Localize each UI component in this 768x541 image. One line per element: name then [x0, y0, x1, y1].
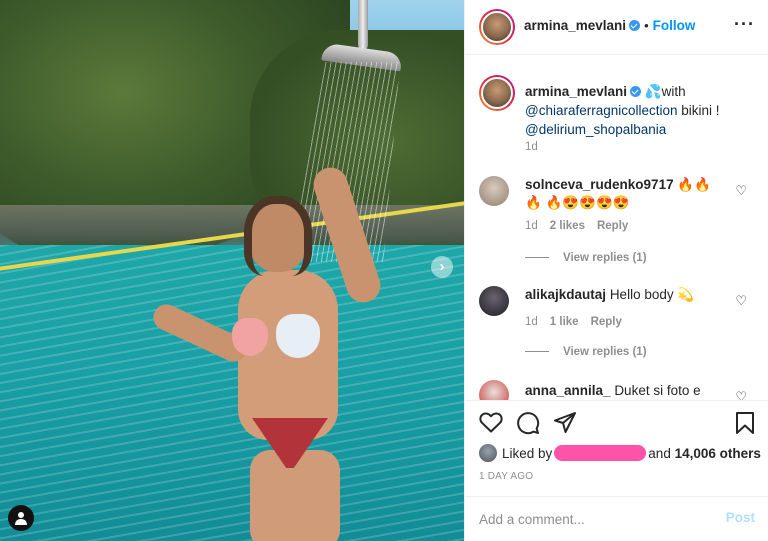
photo-bikini-top: [232, 318, 268, 356]
photo-bikini-top: [276, 314, 320, 358]
reply-button[interactable]: Reply: [591, 316, 622, 328]
post-header: armina_mevlani • Follow ···: [465, 0, 768, 55]
comment-like-heart-icon[interactable]: ♡: [735, 183, 747, 199]
view-replies-label: View replies (1): [563, 252, 647, 264]
comments-list[interactable]: armina_mevlani 💦with @chiaraferragnicoll…: [465, 56, 768, 400]
comment-body: solnceva_rudenko9717 🔥🔥🔥 🔥😍😍😍😍: [525, 176, 725, 212]
commenter-username[interactable]: alikajkdautaj: [525, 287, 606, 302]
liker-avatar[interactable]: [479, 444, 497, 462]
post-side-panel: armina_mevlani • Follow ··· armina_mevlani…: [464, 0, 768, 541]
photo-person-hair: [244, 196, 312, 276]
verified-badge-icon: [629, 20, 641, 31]
post-photo[interactable]: ›: [0, 0, 464, 541]
redacted-username-mark: [554, 445, 647, 461]
comment-time: 1d: [525, 220, 538, 232]
photo-water: [0, 245, 464, 541]
separator-dot: •: [644, 18, 649, 33]
comment-text: Duket si foto e: [614, 383, 701, 398]
caption-author-avatar[interactable]: [479, 75, 515, 111]
commenter-avatar[interactable]: [479, 176, 509, 206]
photo-shower-pipe: [358, 0, 368, 50]
caption-mention[interactable]: @chiaraferragnicollection: [525, 103, 678, 118]
comment-icon[interactable]: [516, 411, 540, 438]
next-photo-chevron-icon[interactable]: ›: [431, 256, 453, 278]
bookmark-icon[interactable]: [735, 411, 755, 438]
comment-input[interactable]: [479, 509, 699, 529]
comment-like-heart-icon[interactable]: ♡: [735, 293, 747, 309]
add-comment-bar: Post: [465, 496, 768, 541]
reply-button[interactable]: Reply: [597, 220, 628, 232]
more-horizontal-icon[interactable]: ···: [734, 14, 755, 35]
post-actions: Liked by and 14,006 others 1 DAY AGO: [465, 400, 768, 496]
liked-by-summary[interactable]: Liked by and 14,006 others: [479, 444, 761, 462]
author-username[interactable]: armina_mevlani: [524, 18, 626, 33]
replies-divider-line: [525, 351, 549, 353]
caption-emoji: 💦: [644, 84, 662, 99]
comment-like-heart-icon[interactable]: ♡: [735, 389, 747, 400]
caption-timestamp: 1d: [525, 141, 538, 153]
header-user-row: armina_mevlani • Follow: [524, 18, 695, 33]
post-timestamp: 1 DAY AGO: [479, 471, 534, 482]
commenter-username[interactable]: solnceva_rudenko9717: [525, 177, 674, 192]
commenter-avatar[interactable]: [479, 286, 509, 316]
comment-likes[interactable]: 1 like: [550, 316, 579, 328]
liked-by-prefix: Liked by: [502, 445, 553, 461]
caption-username[interactable]: armina_mevlani: [525, 84, 627, 99]
replies-divider-line: [525, 257, 549, 259]
caption-text: bikini !: [677, 103, 720, 118]
post-caption: armina_mevlani 💦with @chiaraferragnicoll…: [525, 82, 755, 139]
likes-count[interactable]: 14,006 others: [675, 446, 761, 461]
caption-text: with: [661, 84, 686, 99]
comment-body: alikajkdautaj Hello body 💫: [525, 286, 725, 304]
comment-likes[interactable]: 2 likes: [550, 220, 585, 232]
send-icon[interactable]: [553, 411, 577, 438]
comment-time: 1d: [525, 316, 538, 328]
view-replies-label: View replies (1): [563, 346, 647, 358]
caption-mention[interactable]: @delirium_shopalbania: [525, 122, 666, 137]
commenter-avatar[interactable]: [479, 380, 509, 400]
liked-by-and: and: [648, 445, 671, 461]
author-avatar[interactable]: [479, 9, 515, 45]
comment-meta: 1d 1 like Reply: [525, 316, 634, 328]
post-comment-button[interactable]: Post: [726, 510, 755, 525]
comment-text: Hello body 💫: [609, 287, 695, 302]
follow-button[interactable]: Follow: [653, 18, 696, 33]
view-replies-button[interactable]: View replies (1): [525, 346, 647, 358]
verified-badge-icon: [630, 86, 642, 97]
comment-meta: 1d 2 likes Reply: [525, 220, 640, 232]
heart-icon[interactable]: [479, 411, 503, 436]
comment-body: anna_annila_ Duket si foto e: [525, 382, 725, 400]
commenter-username[interactable]: anna_annila_: [525, 383, 611, 398]
view-replies-button[interactable]: View replies (1): [525, 252, 647, 264]
tagged-users-icon[interactable]: [8, 505, 34, 531]
